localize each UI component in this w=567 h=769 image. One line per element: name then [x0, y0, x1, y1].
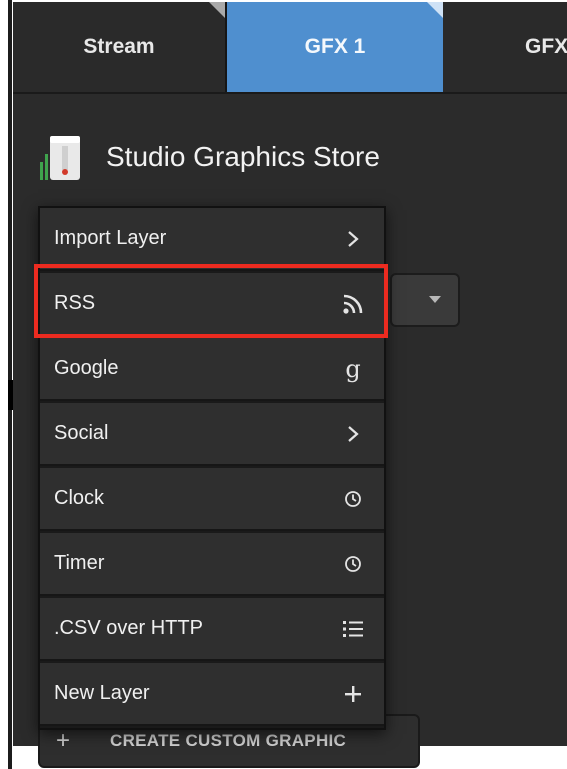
chevron-right-icon	[340, 424, 366, 444]
tab-gfx2[interactable]: GFX 2	[443, 2, 567, 92]
plus-icon: +	[56, 727, 71, 754]
store-header[interactable]: Studio Graphics Store	[38, 132, 380, 182]
menu-item-label: Import Layer	[54, 227, 167, 249]
menu-item-google[interactable]: Google g	[40, 338, 384, 401]
store-title: Studio Graphics Store	[106, 141, 380, 172]
menu-item-clock[interactable]: Clock	[40, 468, 384, 531]
chevron-right-icon	[340, 229, 366, 249]
list-icon	[340, 619, 366, 639]
app-window: Stream GFX 1 GFX 2 Studio Graphics St	[0, 0, 567, 769]
tab-gfx1[interactable]: GFX 1	[227, 2, 443, 92]
tab-corner-icon	[427, 2, 443, 18]
menu-item-label: .CSV over HTTP	[54, 617, 203, 639]
menu-item-label: Timer	[54, 552, 105, 574]
menu-item-label: Clock	[54, 487, 105, 509]
tab-bar: Stream GFX 1 GFX 2	[13, 2, 567, 94]
menu-item-import-layer[interactable]: Import Layer	[40, 208, 384, 271]
google-g-icon: g	[345, 354, 361, 383]
tab-stream[interactable]: Stream	[13, 2, 227, 92]
menu-item-label: RSS	[54, 292, 96, 314]
clock-icon	[340, 490, 366, 508]
rss-icon	[340, 293, 366, 315]
tab-stream-label: Stream	[83, 35, 155, 58]
menu-item-social[interactable]: Social	[40, 403, 384, 466]
layer-select[interactable]	[390, 273, 460, 327]
chevron-down-icon	[429, 296, 441, 303]
tab-gfx2-label: GFX 2	[525, 35, 567, 58]
graphics-store-icon	[38, 132, 84, 182]
create-custom-graphic-label: CREATE CUSTOM GRAPHIC	[110, 731, 347, 750]
menu-item-new-layer[interactable]: New Layer	[40, 663, 384, 726]
menu-item-label: Google	[54, 357, 119, 379]
tab-gfx1-label: GFX 1	[304, 35, 366, 58]
add-layer-menu: Import Layer RSS Google g Social Clock T…	[38, 206, 386, 730]
clock-icon	[340, 555, 366, 573]
menu-item-timer[interactable]: Timer	[40, 533, 384, 596]
menu-item-rss[interactable]: RSS	[40, 273, 384, 336]
menu-item-label: New Layer	[54, 682, 150, 704]
menu-item-label: Social	[54, 422, 109, 444]
plus-icon	[340, 685, 366, 703]
tab-corner-icon	[209, 2, 225, 18]
menu-item-csv-over-http[interactable]: .CSV over HTTP	[40, 598, 384, 661]
